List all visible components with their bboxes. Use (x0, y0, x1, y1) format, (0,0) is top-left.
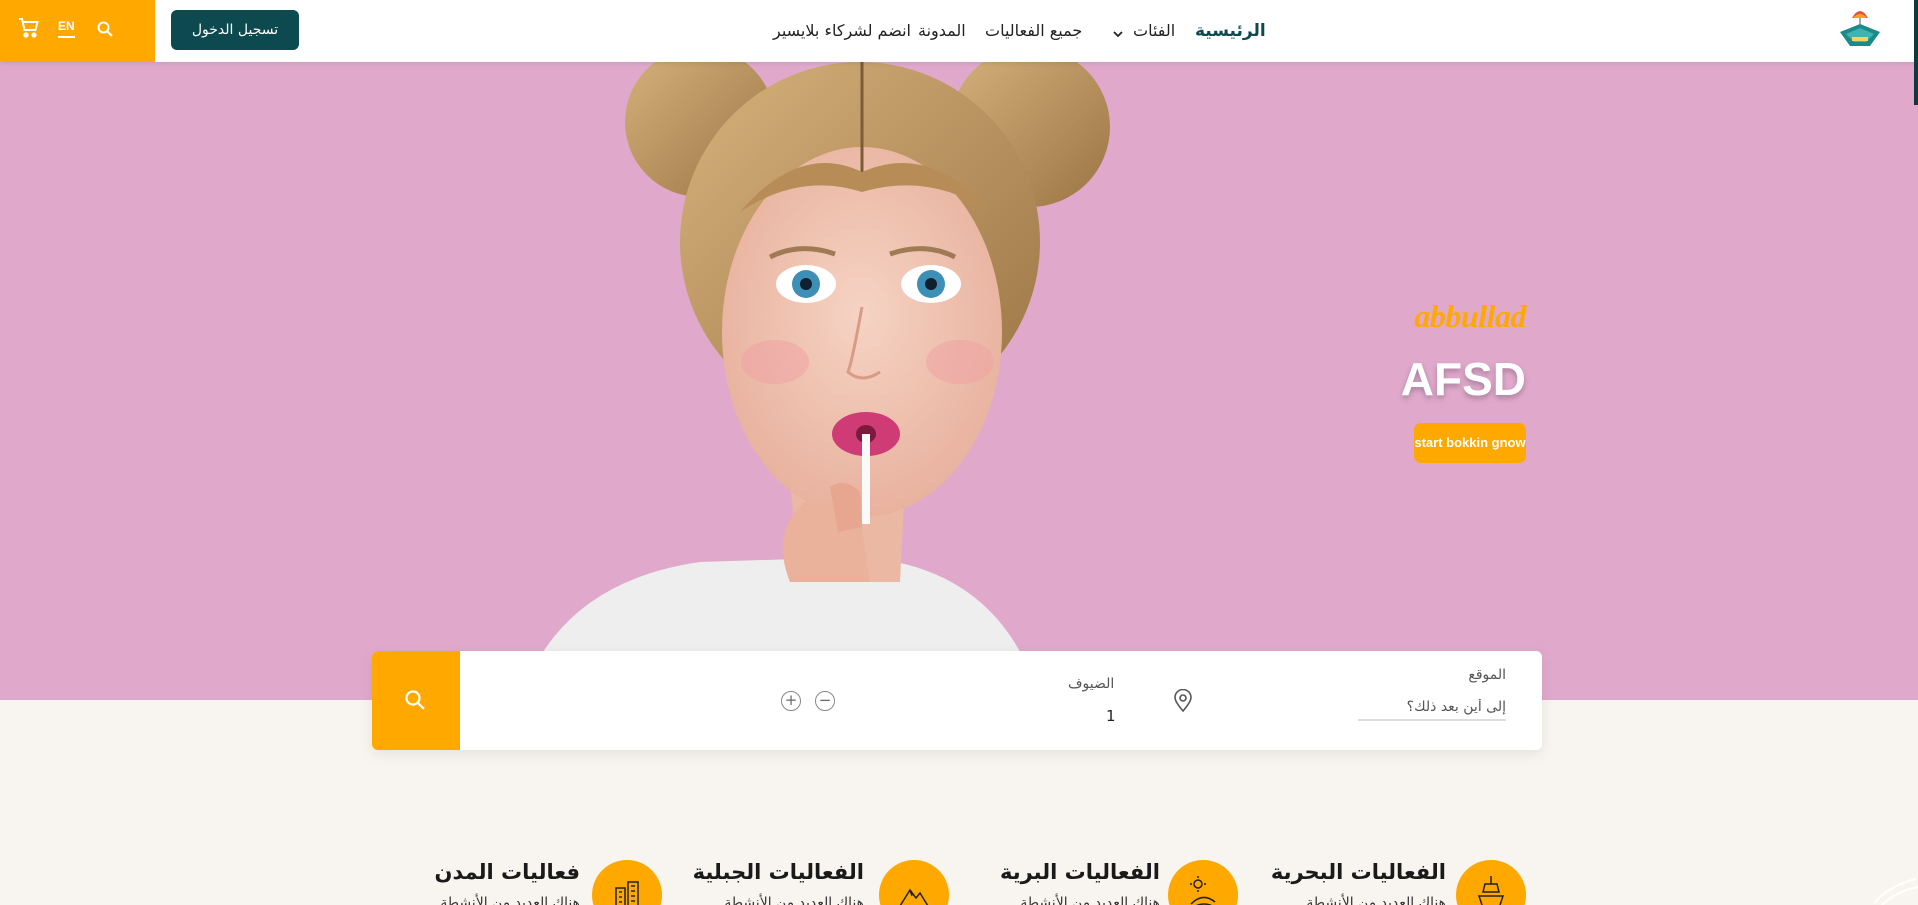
scrollbar[interactable] (1914, 0, 1918, 105)
location-input[interactable] (1358, 695, 1506, 721)
search-icon[interactable] (96, 20, 114, 38)
category-land[interactable]: الفعاليات البرية هناك العديد من الأنشطة (1000, 860, 1238, 905)
guests-label: الضيوف (1068, 676, 1115, 692)
hero-banner: abbullad AFSD start bokkin gnow (0, 62, 1918, 700)
cart-icon[interactable] (17, 16, 41, 40)
nav-home[interactable]: الرئيسية (1195, 0, 1266, 62)
category-mountain[interactable]: الفعاليات الجبلية هناك العديد من الأنشطة (693, 860, 949, 905)
nav-join-partners[interactable]: انضم لشركاء بلايسير (773, 0, 911, 62)
login-button[interactable]: تسجيل الدخول (171, 10, 299, 50)
logo[interactable] (1836, 2, 1884, 54)
utility-bar: EN (0, 0, 155, 62)
start-booking-button[interactable]: start bokkin gnow (1414, 423, 1526, 463)
hero-subtitle: abbullad (1414, 298, 1526, 334)
nav-blog[interactable]: المدونة (918, 0, 966, 62)
city-icon (592, 860, 662, 905)
nav-categories[interactable]: الفئات (1133, 0, 1175, 62)
category-title: الفعاليات الجبلية (692, 860, 864, 884)
top-navbar: EN تسجيل الدخول انضم لشركاء بلايسير المد… (0, 0, 1918, 62)
chevron-down-icon[interactable] (1112, 25, 1124, 38)
ship-icon (1456, 860, 1526, 905)
search-icon (405, 690, 425, 710)
hero-title: AFSD (1400, 353, 1526, 405)
category-city[interactable]: فعاليات المدن هناك العديد من الأنشطة (434, 860, 662, 905)
location-label: الموقع (1468, 667, 1506, 683)
guests-plus-button[interactable]: + (781, 691, 801, 711)
wave-decoration-icon (1873, 878, 1918, 905)
guests-minus-button[interactable]: − (815, 691, 835, 711)
category-desc: هناك العديد من الأنشطة (1306, 895, 1446, 905)
search-submit-button[interactable] (372, 651, 460, 750)
hero-image (520, 62, 1110, 700)
category-desc: هناك العديد من الأنشطة (1020, 895, 1160, 905)
category-title: الفعاليات البحرية (1270, 860, 1446, 884)
location-pin-icon (1172, 688, 1194, 713)
category-desc: هناك العديد من الأنشطة (724, 895, 864, 905)
mountain-icon (879, 860, 949, 905)
category-title: فعاليات المدن (434, 860, 580, 884)
nav-all-events[interactable]: جميع الفعاليات (985, 0, 1082, 62)
category-desc: هناك العديد من الأنشطة (440, 895, 580, 905)
category-marine[interactable]: الفعاليات البحرية هناك العديد من الأنشطة (1271, 860, 1530, 905)
desert-icon (1168, 860, 1238, 905)
search-panel: + − الضيوف 1 الموقع (372, 651, 1542, 750)
language-toggle[interactable]: EN (58, 19, 75, 38)
category-title: الفعاليات البرية (999, 860, 1160, 884)
guests-value[interactable]: 1 (1106, 707, 1116, 725)
